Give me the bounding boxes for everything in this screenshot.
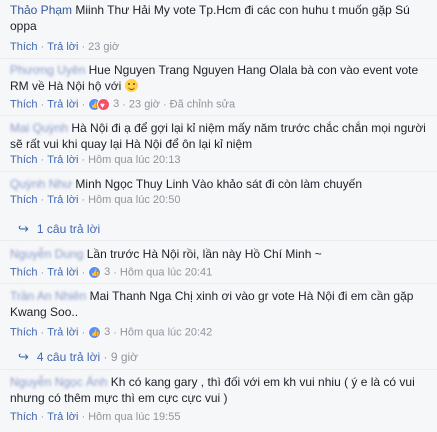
comment: Nguyễn Ngọc Ánh Kh có kang gary , thì đố… <box>10 374 431 406</box>
reply-link[interactable]: Trả lời <box>47 194 78 206</box>
comment-author[interactable]: Nguyễn Ngọc Ánh <box>10 375 107 389</box>
love-reaction-icon <box>97 97 111 113</box>
divider <box>0 171 437 172</box>
comment-author[interactable]: Phương Uyên <box>10 63 85 77</box>
comment-actions: Thích·Trả lời·3·23 giờ·Đã chỉnh sửa <box>10 97 235 113</box>
comment-text: Hà Nội đi ạ để gợi lại kỉ niệm mấy năm t… <box>10 121 426 151</box>
like-link[interactable]: Thích <box>10 194 38 206</box>
reply-arrow-icon: ↩ <box>18 349 29 364</box>
divider <box>0 283 437 284</box>
comment-actions: Thích · Trả lời · Hôm qua lúc 20:50 <box>10 194 181 206</box>
comment-time[interactable]: Hôm qua lúc 20:42 <box>120 327 212 339</box>
reply-link[interactable]: Trả lời <box>47 267 78 279</box>
divider <box>0 58 437 59</box>
reactions[interactable]: 3 <box>88 97 119 113</box>
view-replies-link[interactable]: ↩ 1 câu trả lời <box>18 221 100 236</box>
smile-emoji-icon <box>124 79 138 92</box>
reply-link[interactable]: Trả lời <box>47 327 78 339</box>
comment: Mai Quỳnh Hà Nội đi ạ để gợi lại kỉ niệm… <box>10 120 431 152</box>
view-replies-link[interactable]: ↩ 4 câu trả lời · 9 giờ <box>18 349 139 364</box>
comment-actions: Thích · Trả lời · Hôm qua lúc 19:55 <box>10 411 181 423</box>
reactions[interactable]: 3 <box>88 265 110 281</box>
comment-author[interactable]: Mai Quỳnh <box>10 121 68 135</box>
like-reaction-icon <box>88 325 102 341</box>
comment-actions: Thích · Trả lời · 23 giờ <box>10 41 120 53</box>
comment-text: Lần trước Hà Nội rồi, lần này Hồ Chí Min… <box>86 247 322 261</box>
like-link[interactable]: Thích <box>10 327 38 339</box>
like-link[interactable]: Thích <box>10 411 38 423</box>
like-reaction-icon <box>88 265 102 281</box>
comment-actions: Thích·Trả lời·3·Hôm qua lúc 20:41 <box>10 265 212 281</box>
comment-author[interactable]: Nguyễn Dung <box>10 247 83 261</box>
divider <box>0 369 437 370</box>
comment-text: Minh Ngọc Thuy Linh Vào khảo sát đi còn … <box>75 177 363 191</box>
comment: Nguyễn Dung Lần trước Hà Nội rồi, lần nà… <box>10 246 431 262</box>
comment-author[interactable]: Quỳnh Như <box>10 177 72 191</box>
comment-author[interactable]: Thảo Phạm <box>10 3 72 17</box>
edited-label[interactable]: Đã chỉnh sửa <box>170 99 235 111</box>
reply-link[interactable]: Trả lời <box>47 154 78 166</box>
comment-time[interactable]: Hôm qua lúc 20:50 <box>88 194 180 206</box>
comment-time[interactable]: 23 giờ <box>129 99 160 111</box>
comment: Quỳnh Như Minh Ngọc Thuy Linh Vào khảo s… <box>10 176 431 192</box>
like-link[interactable]: Thích <box>10 154 38 166</box>
comment-actions: Thích · Trả lời · Hôm qua lúc 20:13 <box>10 154 181 166</box>
comment-actions: Thích·Trả lời·3·Hôm qua lúc 20:42 <box>10 325 212 341</box>
replies-time: 9 giờ <box>110 350 139 364</box>
comment-list: Thảo Phạm Miinh Thư Hải My vote Tp.Hcm đ… <box>0 0 437 432</box>
replies-count[interactable]: 4 câu trả lời <box>37 350 100 364</box>
comment-time[interactable]: 23 giờ <box>88 41 119 53</box>
reactions[interactable]: 3 <box>88 325 110 341</box>
reply-link[interactable]: Trả lời <box>47 41 78 53</box>
comment: Thảo Phạm Miinh Thư Hải My vote Tp.Hcm đ… <box>10 2 431 34</box>
reply-link[interactable]: Trả lời <box>47 99 78 111</box>
reply-arrow-icon: ↩ <box>18 221 29 236</box>
comment-author[interactable]: Trần An Nhiên <box>10 289 86 303</box>
divider <box>0 240 437 241</box>
like-link[interactable]: Thích <box>10 99 38 111</box>
comment-time[interactable]: Hôm qua lúc 19:55 <box>88 411 180 423</box>
comment-time[interactable]: Hôm qua lúc 20:13 <box>88 154 180 166</box>
like-link[interactable]: Thích <box>10 41 38 53</box>
comment-time[interactable]: Hôm qua lúc 20:41 <box>120 267 212 279</box>
like-link[interactable]: Thích <box>10 267 38 279</box>
comment: Trần An Nhiên Mai Thanh Nga Chị xinh ơi … <box>10 288 431 320</box>
reply-link[interactable]: Trả lời <box>47 411 78 423</box>
comment: Phương Uyên Hue Nguyen Trang Nguyen Hang… <box>10 62 431 94</box>
divider <box>0 115 437 116</box>
replies-count[interactable]: 1 câu trả lời <box>37 222 100 236</box>
